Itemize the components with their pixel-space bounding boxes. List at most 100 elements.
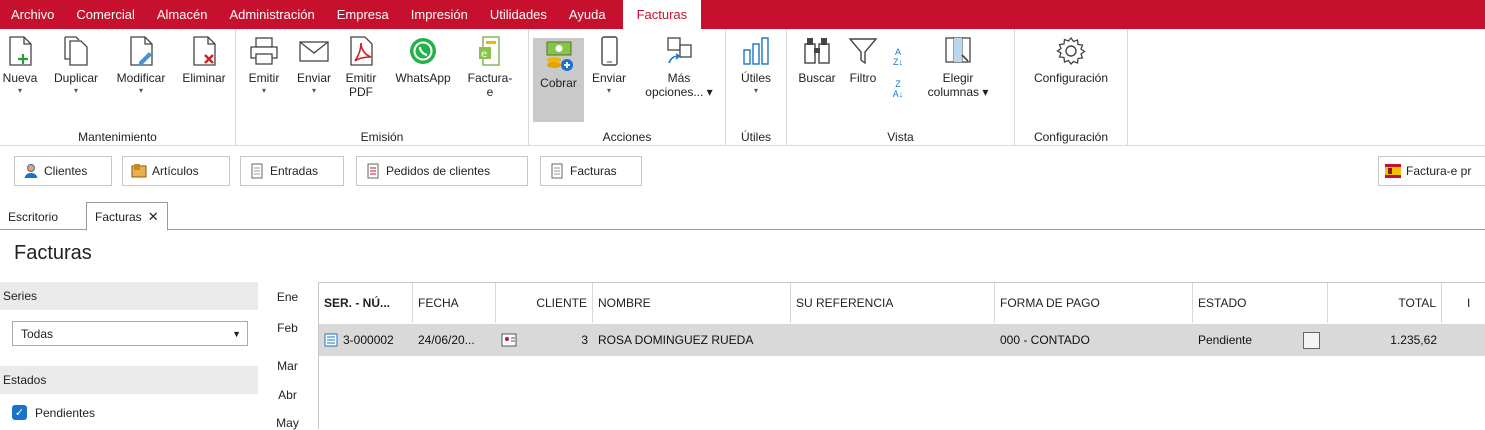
articulos-shortcut[interactable]: Artículos <box>122 156 230 186</box>
configuracion-button[interactable]: Configuración <box>1021 35 1121 85</box>
edit-document-icon <box>130 36 153 66</box>
checkmark-icon: ✓ <box>12 405 27 420</box>
cobrar-button[interactable]: Cobrar <box>533 38 584 122</box>
estado-checkbox[interactable] <box>1303 331 1320 349</box>
close-icon[interactable]: ✕ <box>148 209 159 225</box>
month-item[interactable]: Abr <box>265 388 310 402</box>
cell-su-referencia <box>791 324 995 356</box>
pedidos-clientes-shortcut[interactable]: Pedidos de clientes <box>356 156 528 186</box>
column-header[interactable]: NOMBRE <box>593 283 791 323</box>
emitir-pdf-button[interactable]: Emitir PDF <box>340 35 382 99</box>
entradas-shortcut[interactable]: Entradas <box>240 156 344 186</box>
envelope-icon <box>299 41 329 62</box>
month-item[interactable]: May <box>265 416 310 430</box>
nueva-button[interactable]: Nueva ▾ <box>2 35 38 97</box>
group-emision: Emitir ▾ Enviar ▾ Emitir PDF WhatsApp e Fac… <box>236 29 529 146</box>
spain-flag-icon <box>1385 164 1401 178</box>
cell-extra <box>1442 324 1485 356</box>
facturas-shortcut[interactable]: Facturas <box>540 156 642 186</box>
utiles-button[interactable]: Útiles ▾ <box>733 35 779 97</box>
menu-ayuda[interactable]: Ayuda <box>558 0 617 29</box>
group-label-acciones: Acciones <box>602 130 652 144</box>
menu-comercial[interactable]: Comercial <box>65 0 146 29</box>
cell-fecha: 24/06/20... <box>418 333 475 347</box>
column-header[interactable]: CLIENTE <box>496 283 593 323</box>
sort-descending-icon[interactable]: Z A↓ <box>887 79 909 99</box>
column-header[interactable]: I <box>1442 283 1485 323</box>
cell-forma-pago: 000 - CONTADO <box>1000 333 1090 347</box>
elegir-columnas-button[interactable]: Elegir columnas ▾ <box>923 35 993 99</box>
more-options-icon <box>667 37 692 64</box>
series-header: Series <box>0 282 258 310</box>
document-tabs: Escritorio Facturas ✕ <box>0 200 1485 231</box>
cell-nombre: ROSA DOMINGUEZ RUEDA <box>598 333 754 347</box>
filter-panel: Series Todas ▼ Estados ✓ Pendientes <box>0 282 258 429</box>
column-header[interactable]: SER. - NÚ... <box>319 283 413 323</box>
cell-ser: 3-000002 <box>319 324 413 356</box>
invoice-document-icon <box>551 163 563 179</box>
estados-header: Estados <box>0 366 258 394</box>
delete-document-icon <box>193 36 216 66</box>
duplicate-icon <box>64 36 88 66</box>
menu-empresa[interactable]: Empresa <box>326 0 400 29</box>
month-item[interactable]: Ene <box>265 290 310 304</box>
cell-estado: Pendiente <box>1193 324 1328 356</box>
buscar-button[interactable]: Buscar <box>793 35 841 85</box>
duplicar-button[interactable]: Duplicar ▾ <box>46 35 106 97</box>
table-row[interactable]: 3-000002 24/06/20... 3 ROSA DOMINGUEZ RU… <box>319 324 1485 356</box>
page-title: Facturas <box>14 242 92 264</box>
printer-icon <box>250 37 278 65</box>
menu-almacen[interactable]: Almacén <box>146 0 219 29</box>
group-label-configuracion: Configuración <box>1033 130 1109 144</box>
filtro-button[interactable]: Filtro <box>845 35 881 85</box>
orders-document-icon <box>367 163 379 179</box>
enviar-emision-button[interactable]: Enviar ▾ <box>294 35 334 97</box>
group-configuracion: Configuración Configuración <box>1015 29 1128 146</box>
clientes-shortcut[interactable]: Clientes <box>14 156 112 186</box>
menu-facturas[interactable]: Facturas <box>622 0 702 29</box>
pendientes-checkbox[interactable]: ✓ Pendientes <box>12 405 95 420</box>
column-header[interactable]: SU REFERENCIA <box>791 283 995 323</box>
svg-text:e: e <box>481 49 487 60</box>
quick-access-bar: Clientes Artículos Entradas Pedidos de c… <box>0 146 1485 196</box>
column-header[interactable]: FORMA DE PAGO <box>995 283 1193 323</box>
tab-facturas[interactable]: Facturas ✕ <box>86 202 168 231</box>
factura-e-button[interactable]: e Factura-e <box>462 35 518 99</box>
group-acciones: Cobrar Enviar ▾ Más opciones... ▾ Acciones <box>529 29 726 146</box>
emitir-button[interactable]: Emitir ▾ <box>244 35 284 97</box>
column-header[interactable]: ESTADO <box>1193 283 1328 323</box>
tab-escritorio[interactable]: Escritorio <box>0 202 66 231</box>
menu-utilidades[interactable]: Utilidades <box>479 0 558 29</box>
column-header[interactable]: FECHA <box>413 283 496 323</box>
columns-icon <box>945 37 971 63</box>
factura-e-pr-shortcut[interactable]: Factura-e pr <box>1378 156 1485 186</box>
sort-ascending-icon[interactable]: A Z↓ <box>887 47 909 67</box>
mas-opciones-button[interactable]: Más opciones... ▾ <box>637 35 721 99</box>
menu-impresion[interactable]: Impresión <box>400 0 479 29</box>
factura-e-icon: e <box>479 36 500 66</box>
modificar-button[interactable]: Modificar ▾ <box>110 35 172 97</box>
cell-total: 1.235,62 <box>1390 333 1437 347</box>
mobile-icon <box>601 36 618 66</box>
menu-administracion[interactable]: Administración <box>218 0 325 29</box>
chevron-down-icon: ▼ <box>232 329 241 339</box>
column-header[interactable]: TOTAL <box>1328 283 1442 323</box>
gear-icon <box>1056 36 1086 66</box>
enviar-acciones-button[interactable]: Enviar ▾ <box>587 35 631 97</box>
whatsapp-button[interactable]: WhatsApp <box>389 35 457 85</box>
filter-icon <box>848 38 878 65</box>
month-item[interactable]: Mar <box>265 359 310 373</box>
cell-cliente: 3 <box>496 324 593 356</box>
invoices-table: SER. - NÚ... FECHA CLIENTE NOMBRE SU REF… <box>318 282 1485 429</box>
binoculars-icon <box>804 38 830 64</box>
bar-chart-icon <box>743 37 769 65</box>
group-vista: Buscar Filtro A Z↓ Z A↓ Elegir columnas ▾ V… <box>787 29 1015 146</box>
eliminar-button[interactable]: Eliminar <box>176 35 232 85</box>
series-select[interactable]: Todas ▼ <box>12 321 248 346</box>
entries-document-icon <box>251 163 263 179</box>
table-header: SER. - NÚ... FECHA CLIENTE NOMBRE SU REF… <box>319 283 1485 323</box>
menu-archivo[interactable]: Archivo <box>0 0 65 29</box>
box-icon <box>131 164 147 178</box>
month-item[interactable]: Feb <box>265 321 310 335</box>
client-card-icon[interactable] <box>501 332 517 348</box>
